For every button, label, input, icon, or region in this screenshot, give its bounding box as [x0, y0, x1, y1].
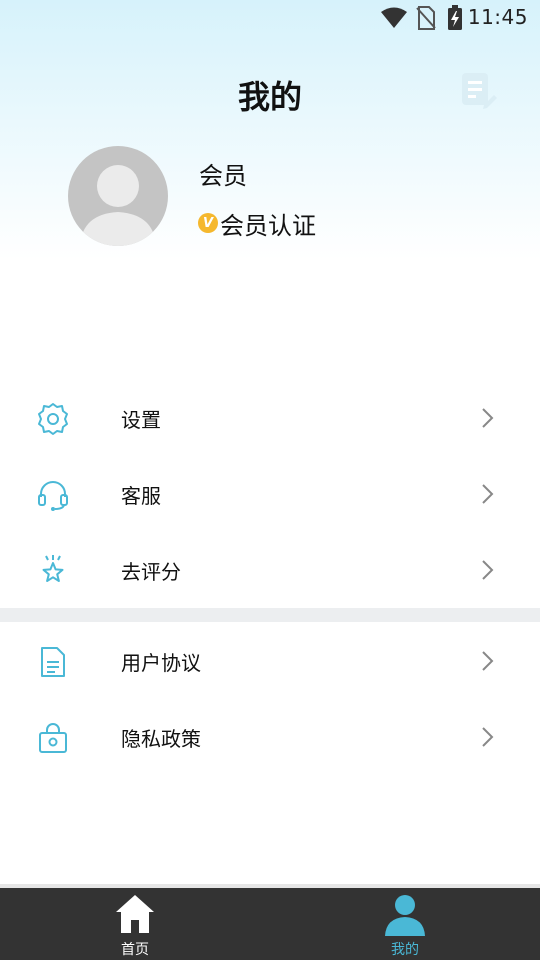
headset-icon — [38, 481, 68, 511]
status-time: 11:45 — [467, 5, 528, 29]
menu-item-label: 设置 — [121, 408, 161, 432]
chevron-right-icon — [482, 727, 494, 747]
menu-item-label: 隐私政策 — [121, 727, 201, 751]
chevron-right-icon — [482, 560, 494, 580]
tab-mine[interactable]: 我的 — [270, 888, 540, 960]
bottom-nav: 首页 我的 — [0, 888, 540, 960]
membership-verification[interactable]: V 会员认证 — [198, 207, 316, 240]
vip-badge-icon: V — [198, 213, 218, 233]
lock-icon — [39, 723, 67, 753]
edit-button[interactable] — [459, 70, 499, 110]
menu-item-customer-service[interactable]: 客服 — [0, 456, 540, 532]
membership-label: 会员认证 — [220, 211, 316, 240]
wifi-icon — [381, 7, 407, 28]
tab-label: 首页 — [121, 942, 149, 958]
menu-item-rate-app[interactable]: 去评分 — [0, 532, 540, 608]
gear-icon — [38, 403, 68, 435]
battery-charging-icon — [448, 5, 462, 30]
no-sim-icon — [416, 6, 436, 30]
menu-item-label: 用户协议 — [121, 651, 201, 675]
menu-item-settings[interactable]: 设置 — [0, 380, 540, 456]
avatar[interactable] — [68, 146, 168, 246]
chevron-right-icon — [482, 484, 494, 504]
menu-item-label: 去评分 — [121, 560, 181, 584]
menu-item-privacy-policy[interactable]: 隐私政策 — [0, 699, 540, 775]
person-icon — [385, 895, 425, 936]
menu-item-label: 客服 — [121, 484, 161, 508]
edit-note-icon — [462, 73, 497, 109]
status-bar: 11:45 — [0, 0, 540, 36]
menu-item-user-agreement[interactable]: 用户协议 — [0, 623, 540, 699]
document-icon — [41, 647, 65, 677]
chevron-right-icon — [482, 408, 494, 428]
star-icon — [42, 555, 64, 582]
chevron-right-icon — [482, 651, 494, 671]
home-icon — [116, 895, 154, 933]
username: 会员 — [199, 162, 247, 190]
section-divider — [0, 608, 540, 622]
tab-home[interactable]: 首页 — [0, 888, 270, 960]
user-placeholder-icon — [80, 165, 156, 246]
tab-label: 我的 — [391, 942, 419, 958]
